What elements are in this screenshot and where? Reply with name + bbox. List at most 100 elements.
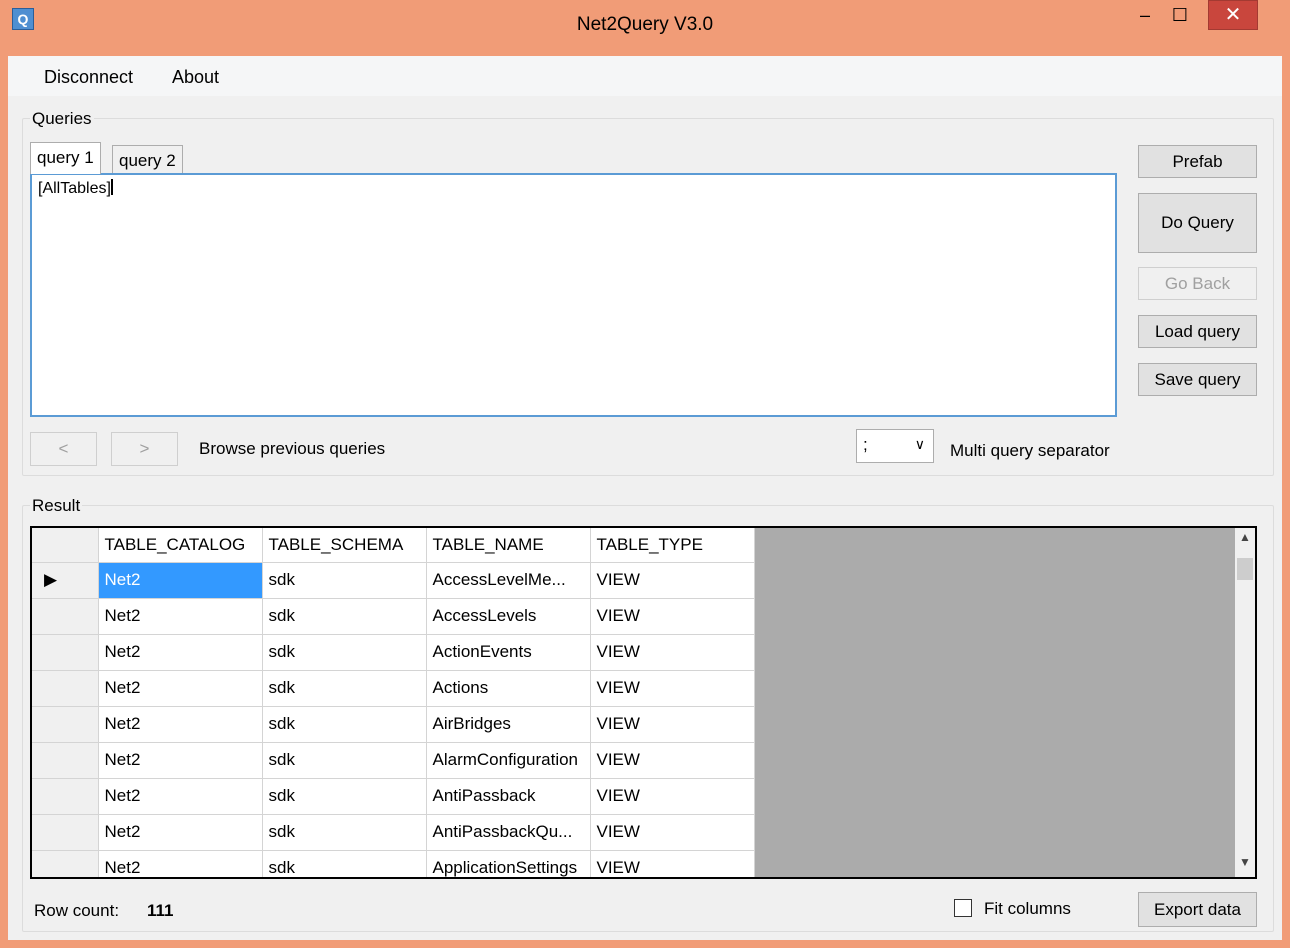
row-header-cell[interactable] — [32, 850, 99, 877]
query-editor[interactable]: [AllTables] — [30, 173, 1117, 417]
table-cell[interactable]: ApplicationSettings — [426, 850, 591, 877]
table-cell[interactable]: VIEW — [590, 778, 755, 815]
table-cell[interactable]: Net2 — [98, 634, 263, 671]
table-cell[interactable]: AntiPassbackQu... — [426, 814, 591, 851]
scroll-up-icon[interactable]: ▲ — [1235, 530, 1255, 550]
table-cell[interactable]: Net2 — [98, 598, 263, 635]
table-cell[interactable]: Net2 — [98, 742, 263, 779]
table-cell[interactable]: AlarmConfiguration — [426, 742, 591, 779]
table-row[interactable]: ▶ Net2 sdk AccessLevelMe... VIEW — [32, 562, 755, 599]
scroll-thumb[interactable] — [1237, 558, 1253, 580]
do-query-button[interactable]: Do Query — [1138, 193, 1257, 253]
separator-label: Multi query separator — [950, 441, 1110, 460]
menu-about[interactable]: About — [172, 67, 219, 88]
table-cell[interactable]: sdk — [262, 562, 427, 599]
table-cell[interactable]: VIEW — [590, 814, 755, 851]
vertical-scrollbar[interactable]: ▲ ▼ — [1235, 528, 1255, 877]
table-cell[interactable]: Net2 — [98, 670, 263, 707]
table-cell[interactable]: sdk — [262, 598, 427, 635]
table-cell[interactable]: VIEW — [590, 670, 755, 707]
result-group-label: Result — [30, 496, 83, 516]
table-row[interactable]: Net2 sdk AccessLevels VIEW — [32, 598, 755, 635]
table-row[interactable]: Net2 sdk AlarmConfiguration VIEW — [32, 742, 755, 779]
row-header-cell[interactable] — [32, 742, 99, 779]
close-button[interactable]: ✕ — [1208, 0, 1258, 30]
queries-group-label: Queries — [30, 109, 94, 129]
row-header-cell[interactable] — [32, 814, 99, 851]
query-editor-text: [AllTables] — [38, 180, 111, 197]
row-header-cell[interactable] — [32, 706, 99, 743]
current-row-marker-icon[interactable]: ▶ — [32, 562, 99, 599]
table-cell[interactable]: AirBridges — [426, 706, 591, 743]
result-table: TABLE_CATALOG TABLE_SCHEMA TABLE_NAME TA… — [32, 528, 755, 877]
previous-query-button[interactable]: < — [30, 432, 97, 466]
corner-header-cell — [32, 528, 99, 563]
table-cell[interactable]: Net2 — [98, 706, 263, 743]
table-cell[interactable]: VIEW — [590, 634, 755, 671]
export-data-button[interactable]: Export data — [1138, 892, 1257, 927]
menu-bar: Disconnect About — [8, 56, 1282, 96]
header-row: TABLE_CATALOG TABLE_SCHEMA TABLE_NAME TA… — [32, 528, 755, 563]
save-query-button[interactable]: Save query — [1138, 363, 1257, 396]
table-row[interactable]: Net2 sdk Actions VIEW — [32, 670, 755, 707]
table-cell[interactable]: sdk — [262, 670, 427, 707]
tab-query-1[interactable]: query 1 — [30, 142, 101, 174]
separator-value: ; — [863, 435, 868, 454]
table-cell[interactable]: Net2 — [98, 850, 263, 877]
next-query-button[interactable]: > — [111, 432, 178, 466]
table-cell[interactable]: VIEW — [590, 850, 755, 877]
prefab-button[interactable]: Prefab — [1138, 145, 1257, 178]
result-grid[interactable]: TABLE_CATALOG TABLE_SCHEMA TABLE_NAME TA… — [30, 526, 1257, 879]
table-row[interactable]: Net2 sdk ActionEvents VIEW — [32, 634, 755, 671]
fit-columns-label[interactable]: Fit columns — [984, 899, 1071, 919]
window-title: Net2Query V3.0 — [576, 14, 714, 35]
table-cell[interactable]: sdk — [262, 742, 427, 779]
tab-query-2[interactable]: query 2 — [112, 145, 183, 174]
column-header[interactable]: TABLE_TYPE — [590, 528, 755, 563]
column-header[interactable]: TABLE_NAME — [426, 528, 591, 563]
column-header[interactable]: TABLE_CATALOG — [98, 528, 263, 563]
table-row[interactable]: Net2 sdk AntiPassback VIEW — [32, 778, 755, 815]
row-header-cell[interactable] — [32, 634, 99, 671]
table-cell[interactable]: VIEW — [590, 562, 755, 599]
minimize-button[interactable]: – — [1128, 0, 1162, 30]
table-row[interactable]: Net2 sdk AntiPassbackQu... VIEW — [32, 814, 755, 851]
menu-disconnect[interactable]: Disconnect — [44, 67, 133, 88]
table-cell[interactable]: AntiPassback — [426, 778, 591, 815]
fit-columns-checkbox[interactable] — [954, 899, 972, 917]
row-header-cell[interactable] — [32, 598, 99, 635]
table-cell[interactable]: Net2 — [98, 562, 263, 599]
table-cell[interactable]: sdk — [262, 706, 427, 743]
scroll-down-icon[interactable]: ▼ — [1235, 855, 1255, 875]
browse-queries-label: Browse previous queries — [199, 439, 386, 458]
table-cell[interactable]: AccessLevelMe... — [426, 562, 591, 599]
row-count-label: Row count: — [34, 901, 120, 920]
table-cell[interactable]: VIEW — [590, 742, 755, 779]
text-caret — [110, 179, 113, 195]
go-back-button[interactable]: Go Back — [1138, 267, 1257, 300]
chevron-down-icon: ∨ — [914, 436, 925, 452]
table-cell[interactable]: VIEW — [590, 598, 755, 635]
table-cell[interactable]: VIEW — [590, 706, 755, 743]
table-row[interactable]: Net2 sdk ApplicationSettings VIEW — [32, 850, 755, 877]
table-cell[interactable]: Net2 — [98, 814, 263, 851]
table-cell[interactable]: AccessLevels — [426, 598, 591, 635]
row-count-value: 111 — [147, 901, 174, 920]
app-window: Q Net2Query V3.0 – ☐ ✕ Disconnect About … — [0, 0, 1290, 948]
table-cell[interactable]: sdk — [262, 850, 427, 877]
table-cell[interactable]: sdk — [262, 634, 427, 671]
row-header-cell[interactable] — [32, 670, 99, 707]
title-bar[interactable]: Q Net2Query V3.0 – ☐ ✕ — [0, 0, 1290, 56]
table-cell[interactable]: sdk — [262, 778, 427, 815]
column-header[interactable]: TABLE_SCHEMA — [262, 528, 427, 563]
client-area: Disconnect About Queries query 1 query 2… — [8, 56, 1282, 940]
separator-select[interactable]: ; ∨ — [856, 429, 934, 463]
load-query-button[interactable]: Load query — [1138, 315, 1257, 348]
row-header-cell[interactable] — [32, 778, 99, 815]
table-cell[interactable]: Net2 — [98, 778, 263, 815]
table-cell[interactable]: sdk — [262, 814, 427, 851]
table-cell[interactable]: Actions — [426, 670, 591, 707]
maximize-button[interactable]: ☐ — [1163, 0, 1197, 30]
table-row[interactable]: Net2 sdk AirBridges VIEW — [32, 706, 755, 743]
table-cell[interactable]: ActionEvents — [426, 634, 591, 671]
